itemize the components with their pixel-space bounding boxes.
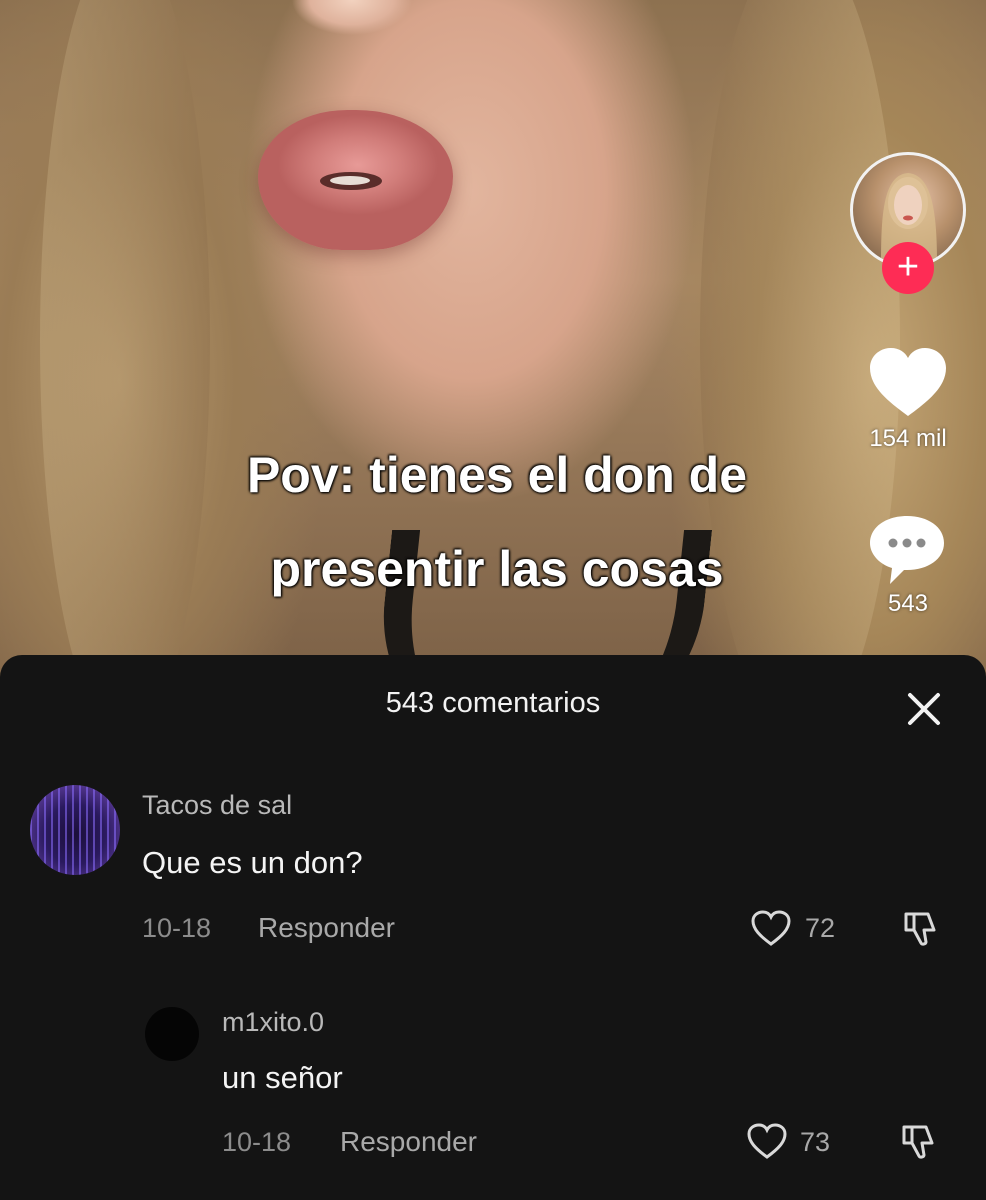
comment-username[interactable]: m1xito.0 xyxy=(222,1007,324,1038)
comment-text: un señor xyxy=(222,1060,343,1095)
reply-button[interactable]: Responder xyxy=(258,912,395,944)
comment-text: Que es un don? xyxy=(142,845,363,880)
thumbs-down-icon[interactable] xyxy=(900,908,940,948)
comment-heart-icon[interactable] xyxy=(746,1122,788,1160)
close-icon[interactable] xyxy=(900,685,948,733)
thumbs-down-icon[interactable] xyxy=(898,1121,938,1161)
video-player[interactable]: Pov: tienes el don de presentir las cosa… xyxy=(0,0,986,700)
comment-count: 543 xyxy=(887,590,929,617)
video-caption-line-2: presentir las cosas xyxy=(270,541,724,597)
comments-sheet: 543 comentarios Tacos de sal Que es un d… xyxy=(0,655,986,1200)
like-count: 154 mil xyxy=(869,425,947,452)
video-nose xyxy=(272,0,432,65)
reply-button[interactable]: Responder xyxy=(340,1126,477,1158)
comment-like-count: 73 xyxy=(800,1127,831,1157)
comment-avatar[interactable] xyxy=(30,785,120,875)
comment-like-count: 72 xyxy=(805,913,836,943)
comment-date: 10-18 xyxy=(222,1127,292,1157)
video-teeth xyxy=(330,176,370,185)
comment-heart-icon[interactable] xyxy=(750,909,792,947)
heart-icon[interactable] xyxy=(868,346,948,418)
comment-avatar[interactable] xyxy=(145,1007,199,1061)
comment-date: 10-18 xyxy=(142,913,212,943)
comment-username[interactable]: Tacos de sal xyxy=(142,790,292,821)
comments-title: 543 comentarios xyxy=(385,687,601,719)
comment-bubble-icon[interactable] xyxy=(866,512,948,586)
follow-button[interactable]: + xyxy=(882,242,934,294)
video-caption-line-1: Pov: tienes el don de xyxy=(246,447,748,503)
